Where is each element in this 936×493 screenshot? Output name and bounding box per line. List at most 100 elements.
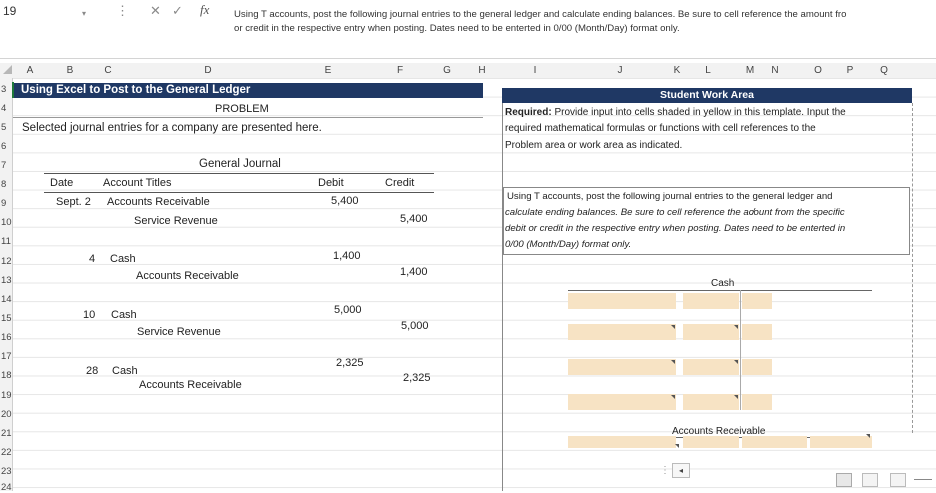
active-cell-marker [12,82,14,98]
row-header[interactable]: 7 [0,160,13,171]
ar-debit-amount-input[interactable] [683,436,739,448]
row-header[interactable]: 11 [0,236,13,247]
row-header[interactable]: 9 [0,198,13,209]
row-header[interactable]: 21 [0,428,13,439]
ar-credit-amount-input[interactable] [810,436,872,448]
column-header-b[interactable]: B [60,63,80,78]
scroll-left-button[interactable]: ◂ [672,463,690,478]
column-header-q[interactable]: Q [874,63,894,78]
row-header[interactable]: 14 [0,294,13,305]
cash-balance-amount-input[interactable] [683,394,739,410]
cash-credit-input[interactable] [742,359,772,375]
cash-debit-amount-input[interactable] [683,359,739,375]
cash-credit-input[interactable] [742,394,772,410]
cash-debit-date-input[interactable] [568,359,676,375]
page-break-view-icon[interactable] [890,473,906,487]
entry-credit-amount: 5,000 [401,320,429,332]
cell-comment-indicator-icon [734,325,738,329]
cash-account-label: Cash [711,278,735,289]
required-text: Provide input into cells shaded in yello… [551,107,846,118]
entry-credit-account: Service Revenue [134,215,218,227]
journal-header-bottom-border [44,192,434,193]
zoom-out-icon[interactable] [914,479,932,480]
entry-credit-account: Service Revenue [137,326,221,338]
row-header[interactable]: 12 [0,256,13,267]
cash-credit-input[interactable] [742,293,772,309]
problem-title-bar: Using Excel to Post to the General Ledge… [13,83,483,98]
function-icon[interactable]: fx [200,2,209,18]
row-header[interactable]: 16 [0,332,13,343]
entry-debit-amount: 2,325 [336,357,364,369]
ar-debit-date-input[interactable] [568,436,676,448]
entry-debit-account: Cash [112,365,138,377]
cell-comment-indicator-icon [866,434,870,438]
entry-credit-amount: 1,400 [400,266,428,278]
formula-line-1: Using T accounts, post the following jou… [234,9,847,20]
column-header-e[interactable]: E [318,63,338,78]
instruction-line-1: Using T accounts, post the following jou… [507,191,833,202]
name-box[interactable]: 19 [0,0,83,22]
column-header-h[interactable]: H [472,63,492,78]
column-header-d[interactable]: D [198,63,218,78]
entry-date: 4 [89,253,96,265]
work-area-title: Student Work Area [660,89,754,101]
row-header[interactable]: 20 [0,409,13,420]
column-header-p[interactable]: P [840,63,860,78]
row-header[interactable]: 17 [0,351,13,362]
sheet-scroll-dots-icon: ⋮ [660,465,670,476]
row-header[interactable]: 8 [0,179,13,190]
column-header-n[interactable]: N [765,63,785,78]
cash-balance-label-input[interactable] [568,394,676,410]
cell-comment-indicator-icon [671,395,675,399]
required-line-1: Required: Provide input into cells shade… [505,107,846,118]
row-header[interactable]: 18 [0,370,13,381]
cash-debit-date-input[interactable] [568,324,676,340]
entry-credit-account: Accounts Receivable [136,270,239,282]
enter-icon[interactable]: ✓ [172,3,183,19]
formula-input[interactable]: Using T accounts, post the following jou… [234,8,934,36]
row-header[interactable]: 22 [0,447,13,458]
row-header[interactable]: 5 [0,122,13,133]
row-header[interactable]: 13 [0,275,13,286]
work-area-title-bar: Student Work Area [502,88,912,103]
column-header-i[interactable]: I [525,63,545,78]
column-header-m[interactable]: M [740,63,760,78]
journal-header-date: Date [50,177,74,189]
row-header[interactable]: 19 [0,390,13,401]
select-all-icon[interactable] [3,65,12,74]
cash-debit-amount-input[interactable] [683,324,739,340]
cash-credit-input[interactable] [742,324,772,340]
column-header-k[interactable]: K [667,63,687,78]
formula-bar: 19 ▾ ⋮ ✕ ✓ fx Using T accounts, post the… [0,0,936,59]
normal-view-icon[interactable] [836,473,852,487]
instruction-box: Using T accounts, post the following jou… [503,187,910,255]
column-header-l[interactable]: L [698,63,718,78]
column-header-o[interactable]: O [808,63,828,78]
entry-credit-amount: 2,325 [403,372,431,384]
name-box-dropdown-icon[interactable]: ▾ [82,6,86,22]
row-header[interactable]: 4 [0,103,13,114]
entry-debit-account: Cash [111,309,137,321]
cancel-icon[interactable]: ✕ [150,3,161,19]
cell-comment-indicator-icon [671,325,675,329]
column-header-g[interactable]: G [437,63,457,78]
page-layout-view-icon[interactable] [862,473,878,487]
column-header-j[interactable]: J [610,63,630,78]
row-header[interactable]: 15 [0,313,13,324]
entry-debit-account: Cash [110,253,136,265]
column-header-bar: A B C D E F G H I J K L M N O P Q [0,63,936,79]
cash-debit-amount-input[interactable] [683,293,739,309]
row-header[interactable]: 6 [0,141,13,152]
journal-header-debit: Debit [318,177,344,189]
cash-debit-date-input[interactable] [568,293,676,309]
row-header-bar: 3 4 5 6 7 8 9 10 11 12 13 14 15 16 17 18… [0,78,13,493]
row-header[interactable]: 23 [0,466,13,477]
column-header-f[interactable]: F [390,63,410,78]
column-header-a[interactable]: A [20,63,40,78]
column-header-c[interactable]: C [98,63,118,78]
cell-comment-indicator-icon [734,395,738,399]
ar-credit-date-input[interactable] [742,436,807,448]
more-options-icon[interactable]: ⋮ [116,3,129,19]
row-header[interactable]: 24 [0,482,13,493]
row-header[interactable]: 10 [0,217,13,228]
